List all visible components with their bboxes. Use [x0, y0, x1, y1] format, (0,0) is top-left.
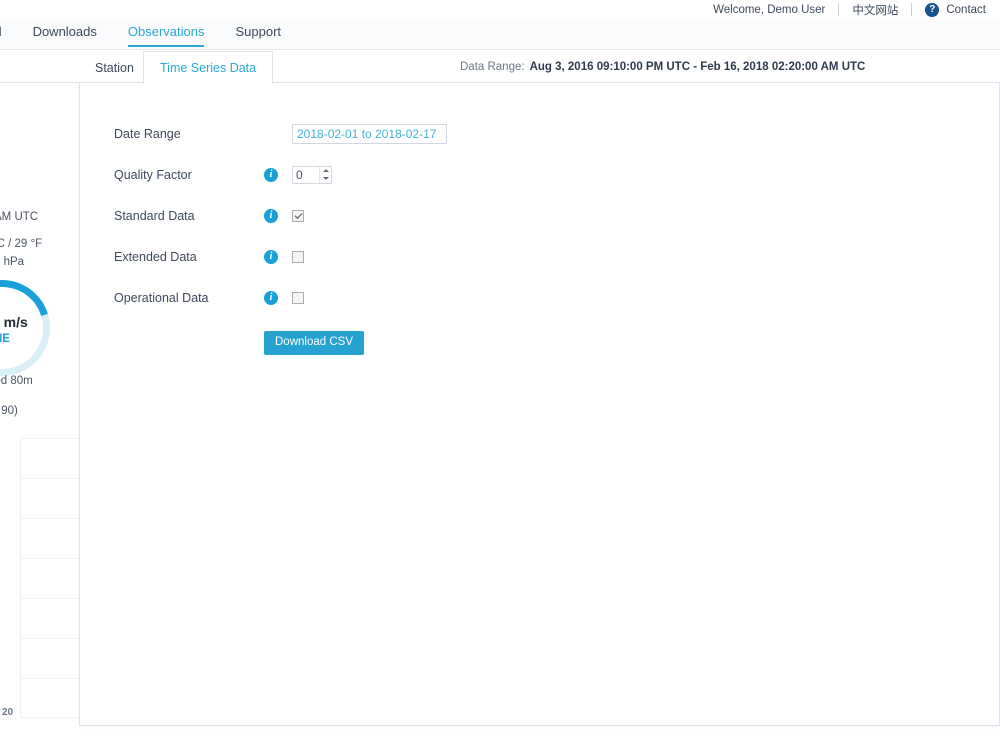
utility-divider-1 — [838, 3, 839, 16]
time-series-panel: Date Range Quality Factor i Standard Dat… — [79, 83, 1000, 726]
pressure-text: 4 hPa — [0, 256, 24, 268]
stepper-decrement-icon[interactable] — [320, 175, 331, 183]
language-link[interactable]: 中文网站 — [852, 2, 898, 18]
nav-item-dashboard[interactable]: rd — [0, 19, 2, 46]
temperature-text: °C / 29 °F — [0, 238, 42, 250]
form-row-operational-data: Operational Data i — [114, 277, 999, 318]
utility-divider-2 — [911, 3, 912, 16]
download-csv-button[interactable]: Download CSV — [264, 331, 364, 355]
form-row-date-range: Date Range — [114, 113, 999, 154]
main-navigation: rd Downloads Observations Support — [0, 19, 1000, 50]
info-icon-extended-data[interactable]: i — [264, 250, 278, 264]
stepper-buttons — [319, 167, 331, 183]
widget-caption: eed 80m — [0, 375, 33, 387]
wind-speed-value: 5 m/s — [0, 314, 28, 330]
time-series-form: Date Range Quality Factor i Standard Dat… — [80, 83, 999, 368]
nav-item-observations[interactable]: Observations — [128, 19, 205, 46]
widget-subcaption: F 90) — [0, 405, 18, 417]
standard-data-checkbox[interactable] — [292, 210, 304, 222]
contact-label: Contact — [946, 4, 986, 16]
extended-data-checkbox[interactable] — [292, 251, 304, 263]
utility-bar: Welcome, Demo User 中文网站 ? Contact — [0, 0, 1000, 19]
chart-gridline — [20, 638, 79, 639]
quality-factor-label: Quality Factor — [114, 168, 264, 182]
observation-time-text: AM UTC — [0, 211, 38, 223]
chart-axis-tick-label: 20 — [2, 707, 13, 718]
form-row-quality-factor: Quality Factor i — [114, 154, 999, 195]
date-range-input[interactable] — [292, 124, 447, 144]
chart-y-axis — [20, 438, 21, 718]
nav-item-support[interactable]: Support — [235, 19, 281, 46]
data-range-display: Data Range: Aug 3, 2016 09:10:00 PM UTC … — [460, 51, 865, 83]
chart-gridline — [20, 717, 79, 718]
chart-gridline — [20, 558, 79, 559]
operational-data-label: Operational Data — [114, 291, 264, 305]
welcome-text: Welcome, Demo User — [713, 4, 825, 16]
chart-gridline — [20, 478, 79, 479]
contact-link[interactable]: ? Contact — [925, 3, 986, 17]
nav-item-downloads[interactable]: Downloads — [33, 19, 97, 46]
chart-gridline — [20, 678, 79, 679]
form-row-standard-data: Standard Data i — [114, 195, 999, 236]
data-range-label: Data Range: — [460, 61, 525, 73]
form-actions: Download CSV — [114, 318, 999, 368]
info-icon-quality-factor[interactable]: i — [264, 168, 278, 182]
info-icon-standard-data[interactable]: i — [264, 209, 278, 223]
wind-direction-value: NE — [0, 333, 10, 345]
page-root: Welcome, Demo User 中文网站 ? Contact rd Dow… — [0, 0, 1000, 752]
stepper-increment-icon[interactable] — [320, 167, 331, 175]
chart-clipped-region — [0, 438, 79, 718]
tab-station[interactable]: Station — [79, 51, 150, 84]
chart-gridline — [20, 598, 79, 599]
chart-gridline — [20, 518, 79, 519]
tab-time-series-data[interactable]: Time Series Data — [143, 51, 273, 84]
extended-data-label: Extended Data — [114, 250, 264, 264]
chart-gridline — [20, 438, 79, 439]
operational-data-checkbox[interactable] — [292, 292, 304, 304]
quality-factor-input[interactable] — [293, 167, 319, 183]
data-range-value: Aug 3, 2016 09:10:00 PM UTC - Feb 16, 20… — [530, 61, 866, 73]
standard-data-label: Standard Data — [114, 209, 264, 223]
date-range-label: Date Range — [114, 127, 264, 141]
info-icon-operational-data[interactable]: i — [264, 291, 278, 305]
question-mark-icon: ? — [925, 3, 939, 17]
form-row-extended-data: Extended Data i — [114, 236, 999, 277]
left-widget-column: AM UTC °C / 29 °F 4 hPa 5 m/s NE eed 80m… — [0, 83, 79, 752]
tab-strip: Station Time Series Data Data Range: Aug… — [0, 51, 1000, 83]
quality-factor-stepper[interactable] — [292, 166, 332, 184]
